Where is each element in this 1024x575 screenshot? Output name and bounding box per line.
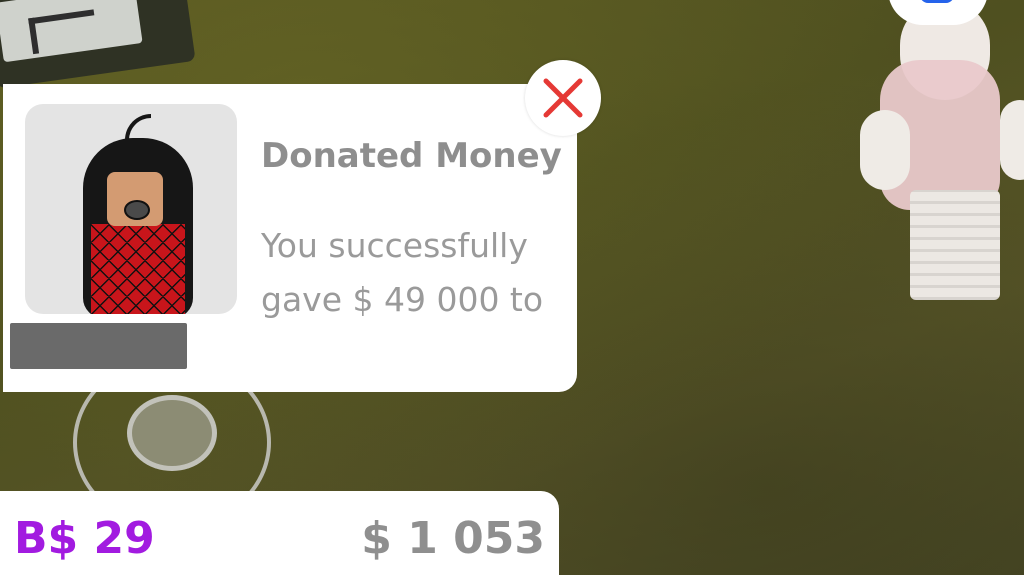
notification-title: Donated Money xyxy=(261,136,562,176)
close-notification-button[interactable] xyxy=(525,60,601,136)
currency-bar: B$ 29 $ 1 053 xyxy=(0,491,559,575)
message-line-2: gave $ 49 000 to xyxy=(261,280,544,319)
other-player-avatar xyxy=(860,0,1024,310)
joystick-thumb[interactable] xyxy=(127,395,217,471)
bucks-balance: B$ 29 xyxy=(14,513,155,564)
redacted-name-bar xyxy=(10,323,187,369)
message-line-1: You successfully xyxy=(261,226,528,265)
notification-message: You successfully gave $ 49 000 to xyxy=(261,219,561,327)
world-sign xyxy=(0,0,196,89)
recipient-avatar xyxy=(25,104,237,314)
donation-notification: Donated Money You successfully gave $ 49… xyxy=(3,84,577,392)
cash-balance: $ 1 053 xyxy=(361,513,545,564)
close-x-icon xyxy=(543,78,583,118)
